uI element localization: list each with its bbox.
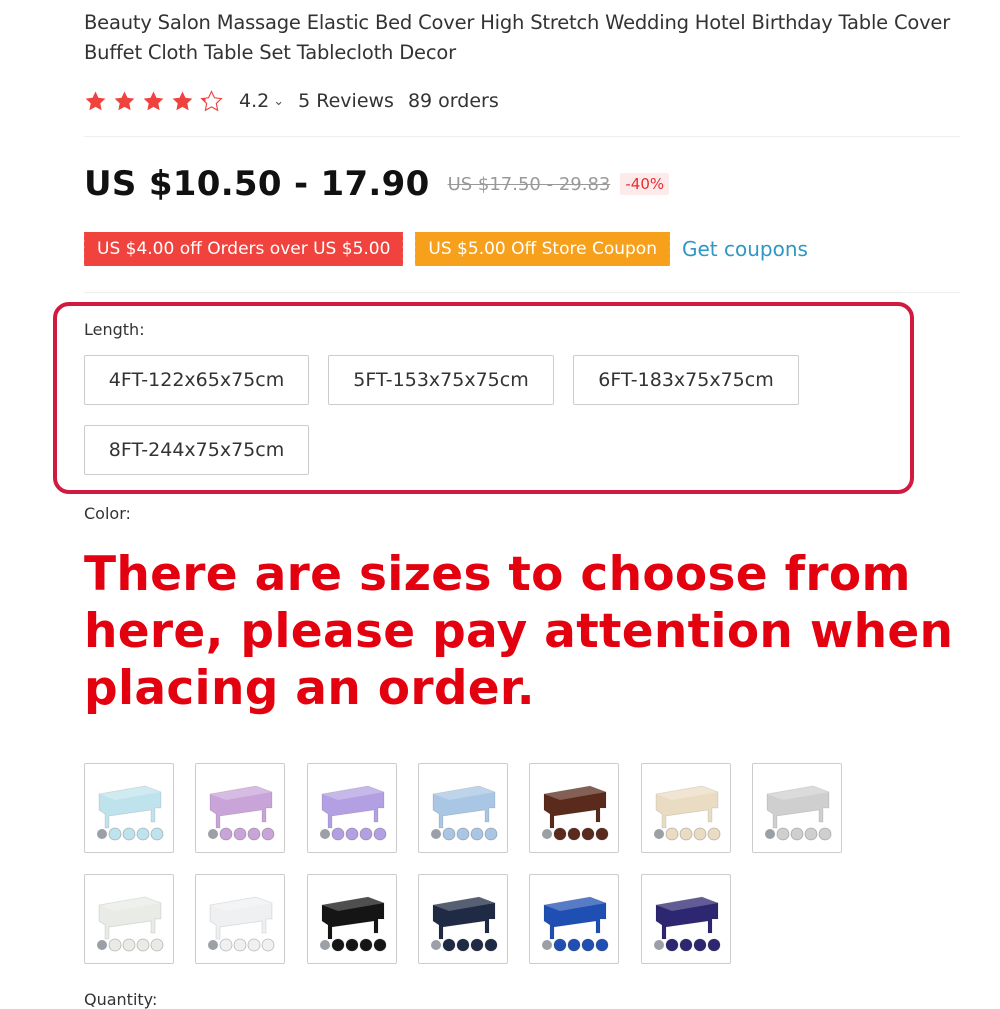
chevron-down-icon[interactable]: ⌄	[273, 94, 284, 109]
size-notice: There are sizes to choose from here, ple…	[84, 547, 954, 716]
length-option-8ft[interactable]: 8FT-244x75x75cm	[84, 425, 309, 475]
table-cover-image	[320, 896, 387, 952]
table-cover-image	[542, 785, 609, 841]
star-icon	[142, 90, 165, 113]
star-icon	[113, 90, 136, 113]
color-swatch-violet[interactable]	[195, 763, 285, 853]
table-cover-image	[208, 896, 275, 952]
color-swatch-silver[interactable]	[752, 763, 842, 853]
star-rating	[84, 89, 229, 113]
length-label: Length:	[84, 320, 145, 339]
color-swatch-light-blue[interactable]	[84, 763, 174, 853]
orders-count: 89 orders	[407, 90, 499, 112]
color-swatch-purple[interactable]	[641, 874, 731, 964]
price-row: US $10.50 - 17.90 US $17.50 - 29.83 -40%	[84, 164, 670, 204]
color-swatch-lavender[interactable]	[307, 763, 397, 853]
color-swatch-black[interactable]	[307, 874, 397, 964]
discount-badge: -40%	[620, 173, 670, 195]
divider	[84, 292, 960, 293]
get-coupons-link[interactable]: Get coupons	[682, 237, 808, 261]
length-option-6ft[interactable]: 6FT-183x75x75cm	[573, 355, 799, 405]
coupon-row: US $4.00 off Orders over US $5.00 US $5.…	[81, 232, 808, 266]
color-label: Color:	[84, 504, 131, 523]
reviews-count[interactable]: 5 Reviews	[298, 90, 394, 112]
color-swatch-white[interactable]	[84, 874, 174, 964]
table-cover-image	[320, 785, 387, 841]
product-title: Beauty Salon Massage Elastic Bed Cover H…	[84, 11, 951, 64]
rating-value[interactable]: 4.2	[239, 90, 269, 112]
table-cover-image	[542, 896, 609, 952]
coupon-store[interactable]: US $5.00 Off Store Coupon	[413, 232, 670, 266]
table-cover-image	[765, 785, 832, 841]
star-icon	[171, 90, 194, 113]
divider	[84, 136, 960, 137]
color-swatch-sky-blue[interactable]	[418, 763, 508, 853]
star-icon	[84, 90, 107, 113]
color-swatch-navy[interactable]	[418, 874, 508, 964]
table-cover-image	[97, 896, 164, 952]
table-cover-image	[431, 785, 498, 841]
color-swatch-royal-blue[interactable]	[529, 874, 619, 964]
color-swatch-white-2[interactable]	[195, 874, 285, 964]
rating-row: 4.2 ⌄ 5 Reviews 89 orders	[84, 86, 499, 116]
length-option-4ft[interactable]: 4FT-122x65x75cm	[84, 355, 309, 405]
original-price: US $17.50 - 29.83	[447, 173, 611, 195]
coupon-orders-over[interactable]: US $4.00 off Orders over US $5.00	[81, 232, 404, 266]
color-swatch-beige[interactable]	[641, 763, 731, 853]
table-cover-image	[208, 785, 275, 841]
table-cover-image	[654, 785, 721, 841]
table-cover-image	[654, 896, 721, 952]
star-icon	[200, 89, 223, 113]
color-swatch-brown[interactable]	[529, 763, 619, 853]
current-price: US $10.50 - 17.90	[84, 164, 430, 204]
table-cover-image	[431, 896, 498, 952]
length-option-5ft[interactable]: 5FT-153x75x75cm	[328, 355, 554, 405]
table-cover-image	[97, 785, 164, 841]
